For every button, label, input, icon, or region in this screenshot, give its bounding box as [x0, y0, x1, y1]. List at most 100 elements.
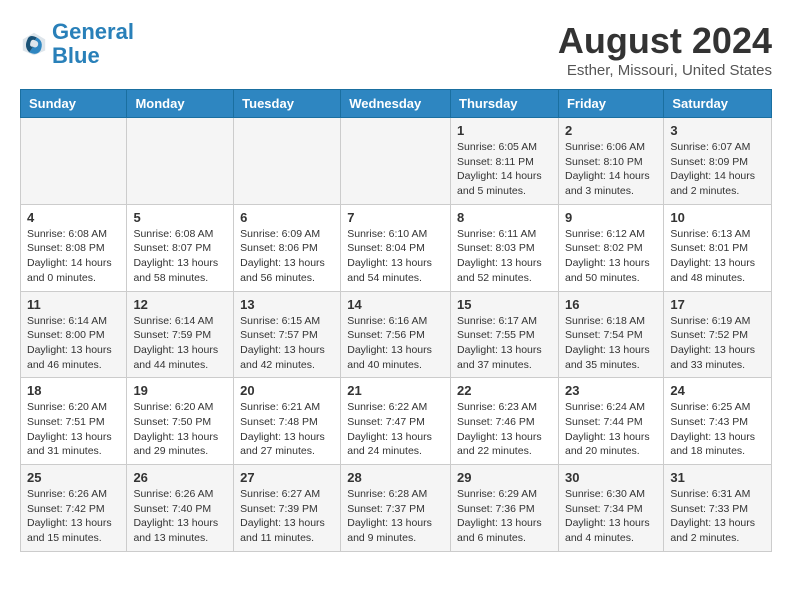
month-year: August 2024: [558, 20, 772, 62]
day-info: Sunrise: 6:07 AM Sunset: 8:09 PM Dayligh…: [670, 140, 765, 199]
day-info: Sunrise: 6:09 AM Sunset: 8:06 PM Dayligh…: [240, 227, 334, 286]
day-cell: 30 Sunrise: 6:30 AM Sunset: 7:34 PM Dayli…: [558, 465, 663, 552]
day-cell: 3 Sunrise: 6:07 AM Sunset: 8:09 PM Daylig…: [664, 118, 772, 205]
weekday-header-row: SundayMondayTuesdayWednesdayThursdayFrid…: [21, 90, 772, 118]
day-info: Sunrise: 6:29 AM Sunset: 7:36 PM Dayligh…: [457, 487, 552, 546]
day-number: 23: [565, 383, 657, 398]
logo-general: General: [52, 19, 134, 44]
day-cell: 25 Sunrise: 6:26 AM Sunset: 7:42 PM Dayli…: [21, 465, 127, 552]
week-row-1: 1 Sunrise: 6:05 AM Sunset: 8:11 PM Daylig…: [21, 118, 772, 205]
logo-blue: Blue: [52, 43, 100, 68]
weekday-header-saturday: Saturday: [664, 90, 772, 118]
day-number: 31: [670, 470, 765, 485]
day-number: 28: [347, 470, 444, 485]
day-number: 9: [565, 210, 657, 225]
day-cell: 18 Sunrise: 6:20 AM Sunset: 7:51 PM Dayli…: [21, 378, 127, 465]
weekday-header-thursday: Thursday: [451, 90, 559, 118]
day-info: Sunrise: 6:21 AM Sunset: 7:48 PM Dayligh…: [240, 400, 334, 459]
day-cell: 8 Sunrise: 6:11 AM Sunset: 8:03 PM Daylig…: [451, 204, 559, 291]
day-cell: 31Sunrise: 6:31 AM Sunset: 7:33 PM Dayli…: [664, 465, 772, 552]
day-number: 26: [133, 470, 227, 485]
day-number: 3: [670, 123, 765, 138]
week-row-5: 25 Sunrise: 6:26 AM Sunset: 7:42 PM Dayli…: [21, 465, 772, 552]
weekday-header-friday: Friday: [558, 90, 663, 118]
day-cell: 14 Sunrise: 6:16 AM Sunset: 7:56 PM Dayli…: [341, 291, 451, 378]
day-number: 8: [457, 210, 552, 225]
day-cell: 28 Sunrise: 6:28 AM Sunset: 7:37 PM Dayli…: [341, 465, 451, 552]
day-number: 18: [27, 383, 120, 398]
day-cell: 5 Sunrise: 6:08 AM Sunset: 8:07 PM Daylig…: [127, 204, 234, 291]
day-info: Sunrise: 6:19 AM Sunset: 7:52 PM Dayligh…: [670, 314, 765, 373]
day-number: 16: [565, 297, 657, 312]
logo-text: General Blue: [52, 20, 134, 68]
day-cell: 22 Sunrise: 6:23 AM Sunset: 7:46 PM Dayli…: [451, 378, 559, 465]
day-cell: [127, 118, 234, 205]
day-number: 12: [133, 297, 227, 312]
day-cell: 2Sunrise: 6:06 AM Sunset: 8:10 PM Daylig…: [558, 118, 663, 205]
title-area: August 2024 Esther, Missouri, United Sta…: [558, 20, 772, 79]
day-number: 22: [457, 383, 552, 398]
day-cell: [341, 118, 451, 205]
day-number: 21: [347, 383, 444, 398]
day-info: Sunrise: 6:14 AM Sunset: 7:59 PM Dayligh…: [133, 314, 227, 373]
day-info: Sunrise: 6:28 AM Sunset: 7:37 PM Dayligh…: [347, 487, 444, 546]
day-info: Sunrise: 6:23 AM Sunset: 7:46 PM Dayligh…: [457, 400, 552, 459]
day-number: 24: [670, 383, 765, 398]
day-cell: 29 Sunrise: 6:29 AM Sunset: 7:36 PM Dayli…: [451, 465, 559, 552]
location: Esther, Missouri, United States: [558, 62, 772, 79]
day-info: Sunrise: 6:20 AM Sunset: 7:50 PM Dayligh…: [133, 400, 227, 459]
day-number: 25: [27, 470, 120, 485]
day-cell: 9 Sunrise: 6:12 AM Sunset: 8:02 PM Daylig…: [558, 204, 663, 291]
day-info: Sunrise: 6:27 AM Sunset: 7:39 PM Dayligh…: [240, 487, 334, 546]
day-info: Sunrise: 6:15 AM Sunset: 7:57 PM Dayligh…: [240, 314, 334, 373]
day-info: Sunrise: 6:05 AM Sunset: 8:11 PM Dayligh…: [457, 140, 552, 199]
weekday-header-tuesday: Tuesday: [234, 90, 341, 118]
header: General Blue August 2024 Esther, Missour…: [20, 20, 772, 79]
day-info: Sunrise: 6:12 AM Sunset: 8:02 PM Dayligh…: [565, 227, 657, 286]
day-cell: 4Sunrise: 6:08 AM Sunset: 8:08 PM Daylig…: [21, 204, 127, 291]
day-cell: 12 Sunrise: 6:14 AM Sunset: 7:59 PM Dayli…: [127, 291, 234, 378]
weekday-header-wednesday: Wednesday: [341, 90, 451, 118]
day-cell: 26 Sunrise: 6:26 AM Sunset: 7:40 PM Dayli…: [127, 465, 234, 552]
weekday-header-monday: Monday: [127, 90, 234, 118]
logo: General Blue: [20, 20, 134, 68]
week-row-4: 18 Sunrise: 6:20 AM Sunset: 7:51 PM Dayli…: [21, 378, 772, 465]
day-number: 7: [347, 210, 444, 225]
day-info: Sunrise: 6:17 AM Sunset: 7:55 PM Dayligh…: [457, 314, 552, 373]
weekday-header-sunday: Sunday: [21, 90, 127, 118]
day-number: 11: [27, 297, 120, 312]
day-info: Sunrise: 6:08 AM Sunset: 8:07 PM Dayligh…: [133, 227, 227, 286]
day-info: Sunrise: 6:24 AM Sunset: 7:44 PM Dayligh…: [565, 400, 657, 459]
day-info: Sunrise: 6:26 AM Sunset: 7:42 PM Dayligh…: [27, 487, 120, 546]
day-number: 30: [565, 470, 657, 485]
day-number: 17: [670, 297, 765, 312]
day-cell: 7Sunrise: 6:10 AM Sunset: 8:04 PM Daylig…: [341, 204, 451, 291]
day-cell: 21Sunrise: 6:22 AM Sunset: 7:47 PM Dayli…: [341, 378, 451, 465]
day-info: Sunrise: 6:14 AM Sunset: 8:00 PM Dayligh…: [27, 314, 120, 373]
day-cell: 23 Sunrise: 6:24 AM Sunset: 7:44 PM Dayli…: [558, 378, 663, 465]
day-cell: 6Sunrise: 6:09 AM Sunset: 8:06 PM Daylig…: [234, 204, 341, 291]
day-number: 14: [347, 297, 444, 312]
day-info: Sunrise: 6:26 AM Sunset: 7:40 PM Dayligh…: [133, 487, 227, 546]
day-cell: 1 Sunrise: 6:05 AM Sunset: 8:11 PM Daylig…: [451, 118, 559, 205]
day-info: Sunrise: 6:20 AM Sunset: 7:51 PM Dayligh…: [27, 400, 120, 459]
day-info: Sunrise: 6:11 AM Sunset: 8:03 PM Dayligh…: [457, 227, 552, 286]
day-info: Sunrise: 6:18 AM Sunset: 7:54 PM Dayligh…: [565, 314, 657, 373]
day-number: 10: [670, 210, 765, 225]
day-number: 1: [457, 123, 552, 138]
day-info: Sunrise: 6:30 AM Sunset: 7:34 PM Dayligh…: [565, 487, 657, 546]
day-number: 4: [27, 210, 120, 225]
day-number: 29: [457, 470, 552, 485]
day-number: 5: [133, 210, 227, 225]
day-info: Sunrise: 6:16 AM Sunset: 7:56 PM Dayligh…: [347, 314, 444, 373]
day-cell: 11 Sunrise: 6:14 AM Sunset: 8:00 PM Dayli…: [21, 291, 127, 378]
day-cell: 19Sunrise: 6:20 AM Sunset: 7:50 PM Dayli…: [127, 378, 234, 465]
day-cell: 16 Sunrise: 6:18 AM Sunset: 7:54 PM Dayli…: [558, 291, 663, 378]
day-cell: 13 Sunrise: 6:15 AM Sunset: 7:57 PM Dayli…: [234, 291, 341, 378]
day-cell: 20Sunrise: 6:21 AM Sunset: 7:48 PM Dayli…: [234, 378, 341, 465]
day-cell: [21, 118, 127, 205]
day-cell: 24Sunrise: 6:25 AM Sunset: 7:43 PM Dayli…: [664, 378, 772, 465]
day-number: 13: [240, 297, 334, 312]
day-cell: 17 Sunrise: 6:19 AM Sunset: 7:52 PM Dayli…: [664, 291, 772, 378]
day-cell: [234, 118, 341, 205]
